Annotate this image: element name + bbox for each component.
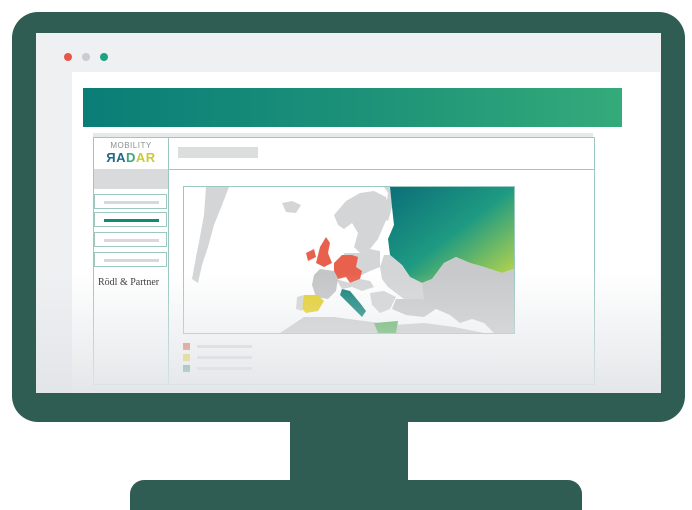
uk-highlight (316, 237, 332, 267)
sidebar-nav-item-3[interactable] (94, 232, 167, 247)
legend-swatch-red (183, 343, 190, 350)
iceland-shape (282, 201, 301, 213)
header-divider (168, 169, 594, 170)
sidebar: MOBILITY ЯADAR Rödl & Partner (94, 138, 169, 384)
app-window: MOBILITY ЯADAR Rödl & Partner (93, 137, 595, 385)
nav-item-placeholder (104, 219, 159, 222)
legend-label-placeholder-3 (197, 367, 252, 370)
legend-swatch-teal (183, 365, 190, 372)
legend-swatch-yellow (183, 354, 190, 361)
sidebar-nav-item-1[interactable] (94, 194, 167, 209)
logo[interactable]: MOBILITY ЯADAR (94, 138, 168, 170)
header-banner (83, 88, 622, 127)
sidebar-nav-item-2[interactable] (94, 212, 167, 227)
brand-label: Rödl & Partner (98, 277, 160, 288)
logo-part-3: AR (135, 150, 156, 165)
monitor-screen: MOBILITY ЯADAR Rödl & Partner (36, 33, 661, 393)
egypt-highlight (374, 321, 398, 333)
legend-label-placeholder-2 (197, 356, 252, 359)
window-maximize-button[interactable] (100, 53, 108, 61)
window-minimize-button[interactable] (82, 53, 90, 61)
greenland-shape (192, 187, 229, 283)
ireland-highlight (306, 249, 316, 261)
logo-part-2: D (126, 150, 136, 165)
header-title-placeholder (178, 147, 258, 158)
monitor-base (130, 480, 582, 510)
sidebar-placeholder-block (94, 169, 168, 189)
nav-item-placeholder (104, 239, 159, 242)
france-region (312, 269, 338, 299)
map-svg (192, 187, 514, 333)
italy-highlight (340, 289, 366, 317)
monitor-neck (290, 414, 408, 484)
logo-bottom-text: ЯADAR (94, 150, 168, 165)
balkans-region (370, 291, 396, 313)
nav-item-placeholder (104, 201, 159, 204)
europe-map[interactable] (183, 186, 515, 334)
scandinavia-shape (334, 191, 390, 253)
sidebar-nav-item-4[interactable] (94, 252, 167, 267)
nav-item-placeholder (104, 259, 159, 262)
logo-part-1: ЯA (106, 150, 127, 165)
logo-top-text: MOBILITY (110, 141, 152, 150)
legend-label-placeholder-1 (197, 345, 252, 348)
window-close-button[interactable] (64, 53, 72, 61)
